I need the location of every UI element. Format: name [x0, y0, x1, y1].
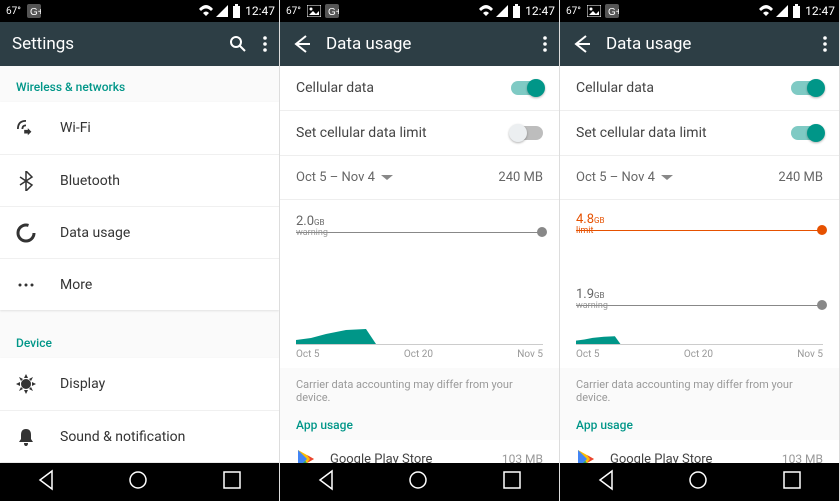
cellular-data-row[interactable]: Cellular data — [280, 66, 559, 110]
usage-area — [576, 334, 714, 344]
period-selector[interactable]: Oct 5 – Nov 4 240 MB — [280, 155, 559, 199]
picture-icon — [587, 5, 601, 17]
disclaimer-text: Carrier data accounting may differ from … — [280, 368, 559, 414]
usage-chart: 4.8GB limit 1.9GB warning Oct 5 Oct 20 — [560, 199, 839, 368]
status-bar: 67° 12:47 — [280, 0, 559, 22]
nav-recent-icon[interactable] — [501, 469, 523, 495]
wifi-icon — [16, 120, 36, 136]
nav-back-icon[interactable] — [316, 469, 336, 495]
chevron-down-icon — [381, 175, 393, 181]
bell-icon — [16, 427, 36, 447]
warning-slider[interactable]: 1.9GB warning — [576, 305, 823, 306]
app-bar: Data usage — [560, 22, 839, 66]
nav-home-icon[interactable] — [407, 469, 429, 495]
wifi-icon — [479, 5, 493, 17]
signal-icon — [496, 5, 508, 17]
temperature: 67° — [284, 6, 303, 17]
limit-switch-on[interactable] — [791, 126, 823, 140]
page-title: Settings — [12, 34, 213, 54]
item-data-usage[interactable]: Data usage — [0, 206, 279, 258]
picture-icon — [307, 5, 321, 17]
nav-back-icon[interactable] — [596, 469, 616, 495]
nav-bar — [280, 463, 559, 501]
chevron-down-icon — [661, 175, 673, 181]
period-selector[interactable]: Oct 5 – Nov 4 240 MB — [560, 155, 839, 199]
wifi-icon — [199, 5, 213, 17]
data-usage-panel-limit-on: 67° 12:47 Data usage Cellular data Set c… — [560, 0, 840, 501]
overflow-menu-icon[interactable] — [543, 36, 547, 52]
play-store-icon — [296, 448, 318, 463]
settings-panel: 67° 12:47 Settings Wireless & networks W… — [0, 0, 280, 501]
overflow-menu-icon[interactable] — [823, 36, 827, 52]
overflow-menu-icon[interactable] — [263, 36, 267, 52]
display-icon — [16, 374, 36, 394]
cellular-switch[interactable] — [791, 81, 823, 95]
item-more[interactable]: More — [0, 258, 279, 310]
warning-slider[interactable]: 2.0GB warning — [296, 232, 543, 233]
clock: 12:47 — [245, 4, 275, 18]
status-bar: 67° 12:47 — [0, 0, 279, 22]
item-bluetooth[interactable]: Bluetooth — [0, 154, 279, 206]
limit-switch-off[interactable] — [511, 126, 543, 140]
temperature: 67° — [564, 6, 583, 17]
usage-area — [296, 326, 544, 344]
section-wireless: Wireless & networks — [0, 66, 279, 102]
section-device: Device — [0, 322, 279, 358]
clock: 12:47 — [805, 4, 835, 18]
cellular-data-row[interactable]: Cellular data — [560, 66, 839, 110]
data-usage-icon — [16, 223, 36, 243]
app-usage-header: App usage — [280, 414, 559, 440]
nav-recent-icon[interactable] — [781, 469, 803, 495]
set-limit-row[interactable]: Set cellular data limit — [280, 110, 559, 155]
nav-recent-icon[interactable] — [221, 469, 243, 495]
usage-value: 240 MB — [498, 170, 543, 185]
temperature: 67° — [4, 6, 23, 17]
nav-back-icon[interactable] — [36, 469, 56, 495]
status-bar: 67° 12:47 — [560, 0, 839, 22]
more-dots-icon — [16, 283, 36, 287]
battery-icon — [511, 4, 522, 18]
disclaimer-text: Carrier data accounting may differ from … — [560, 368, 839, 414]
nav-bar — [0, 463, 279, 501]
search-icon[interactable] — [229, 35, 247, 53]
gplus-icon — [605, 4, 619, 18]
bluetooth-icon — [16, 171, 36, 191]
item-sound[interactable]: Sound & notification — [0, 410, 279, 462]
app-usage-header: App usage — [560, 414, 839, 440]
app-bar: Data usage — [280, 22, 559, 66]
signal-icon — [776, 5, 788, 17]
back-icon[interactable] — [292, 34, 310, 54]
play-store-icon — [576, 448, 598, 463]
limit-slider[interactable]: 4.8GB limit — [576, 230, 823, 231]
app-bar: Settings — [0, 22, 279, 66]
usage-chart: 2.0GB warning Oct 5 Oct 20 Nov 5 — [280, 199, 559, 368]
nav-bar — [560, 463, 839, 501]
signal-icon — [216, 5, 228, 17]
nav-home-icon[interactable] — [127, 469, 149, 495]
gplus-icon — [325, 4, 339, 18]
cellular-switch[interactable] — [511, 81, 543, 95]
clock: 12:47 — [525, 4, 555, 18]
app-usage-row[interactable]: Google Play Store 103 MB — [560, 440, 839, 463]
item-display[interactable]: Display — [0, 358, 279, 410]
gplus-icon — [27, 4, 41, 18]
data-usage-panel-limit-off: 67° 12:47 Data usage Cellular data Set c… — [280, 0, 560, 501]
back-icon[interactable] — [572, 34, 590, 54]
usage-value: 240 MB — [778, 170, 823, 185]
page-title: Data usage — [326, 34, 527, 54]
set-limit-row[interactable]: Set cellular data limit — [560, 110, 839, 155]
battery-icon — [231, 4, 242, 18]
nav-home-icon[interactable] — [687, 469, 709, 495]
item-wifi[interactable]: Wi-Fi — [0, 102, 279, 154]
app-usage-row[interactable]: Google Play Store 103 MB — [280, 440, 559, 463]
page-title: Data usage — [606, 34, 807, 54]
battery-icon — [791, 4, 802, 18]
wifi-icon — [759, 5, 773, 17]
